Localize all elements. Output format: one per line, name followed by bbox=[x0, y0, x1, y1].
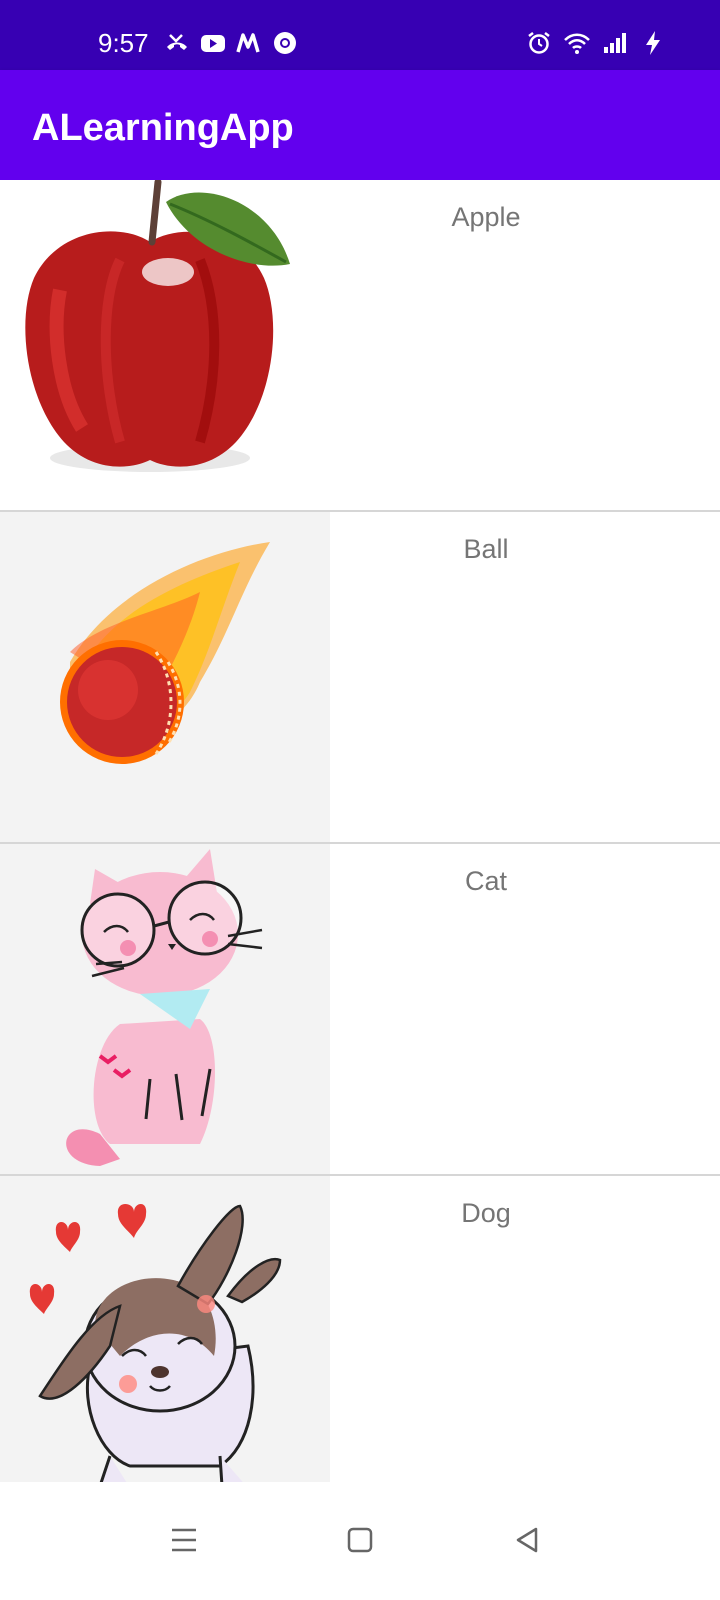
m-app-icon bbox=[236, 33, 260, 53]
system-icons bbox=[526, 30, 666, 56]
dog-image bbox=[0, 1176, 330, 1506]
apple-image bbox=[0, 180, 330, 510]
item-label: Apple bbox=[451, 202, 521, 232]
status-bar: 9:57 bbox=[0, 0, 720, 70]
navigation-bar bbox=[0, 1482, 720, 1600]
item-label: Cat bbox=[464, 866, 508, 896]
signal-icon bbox=[604, 33, 626, 53]
missed-call-icon bbox=[167, 34, 187, 50]
list-item-apple[interactable]: Apple bbox=[0, 180, 720, 512]
alarm-icon bbox=[528, 32, 550, 54]
item-label: Ball bbox=[463, 534, 509, 564]
list-item-dog[interactable]: Dog bbox=[0, 1176, 720, 1508]
cat-image bbox=[0, 844, 330, 1174]
youtube-icon bbox=[201, 35, 225, 52]
app-title: ALearningApp bbox=[32, 107, 294, 149]
list-item-ball[interactable]: Ball bbox=[0, 512, 720, 844]
chrome-icon bbox=[274, 32, 296, 54]
back-icon[interactable] bbox=[508, 1520, 548, 1560]
home-icon[interactable] bbox=[340, 1520, 380, 1560]
item-label: Dog bbox=[461, 1198, 511, 1228]
charging-icon bbox=[646, 31, 660, 55]
list-item-cat[interactable]: Cat bbox=[0, 844, 720, 1176]
fire-ball-image bbox=[0, 512, 330, 842]
app-bar: ALearningApp bbox=[0, 70, 720, 180]
menu-icon[interactable] bbox=[164, 1520, 204, 1560]
item-list[interactable]: Apple Ball Cat Dog bbox=[0, 180, 720, 1508]
notification-icons bbox=[164, 30, 298, 56]
status-time: 9:57 bbox=[98, 28, 149, 58]
wifi-icon bbox=[564, 33, 590, 54]
